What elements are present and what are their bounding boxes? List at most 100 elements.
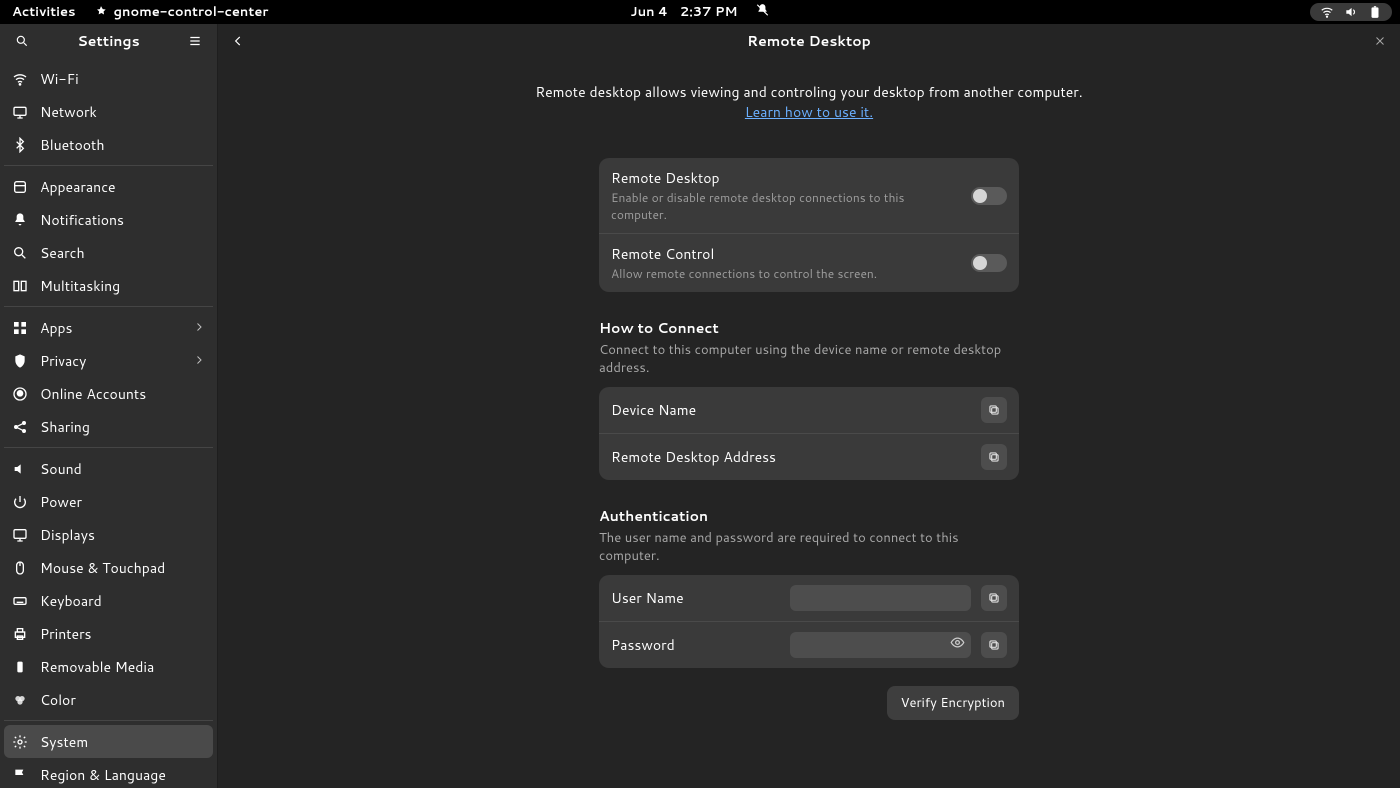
time-label: 2:37 PM <box>680 3 738 21</box>
password-field[interactable] <box>790 632 971 658</box>
password-input[interactable] <box>796 636 946 654</box>
system-status-area[interactable] <box>1310 3 1392 21</box>
username-label: User Name <box>611 588 780 608</box>
remote-desktop-toggle[interactable] <box>971 187 1007 205</box>
auth-sub: The user name and password are required … <box>599 529 1019 565</box>
content-body: Remote desktop allows viewing and contro… <box>218 58 1400 788</box>
wifi-icon <box>12 71 28 87</box>
sidebar-item-printers[interactable]: Printers <box>4 617 213 650</box>
accounts-icon <box>12 386 28 402</box>
sidebar-item-sound[interactable]: Sound <box>4 452 213 485</box>
remote-desktop-row[interactable]: Remote Desktop Enable or disable remote … <box>599 158 1019 233</box>
sidebar-item-label: Multitasking <box>40 276 120 296</box>
sidebar-item-power[interactable]: Power <box>4 485 213 518</box>
bell-icon <box>12 212 28 228</box>
search-button[interactable] <box>8 27 36 55</box>
close-button[interactable] <box>1366 27 1394 55</box>
gnome-top-bar: Activities gnome-control-center Jun 4 2:… <box>0 0 1400 24</box>
sidebar-item-bluetooth[interactable]: Bluetooth <box>4 128 213 161</box>
current-app[interactable]: gnome-control-center <box>94 3 269 21</box>
learn-more-link[interactable]: Learn how to use it. <box>745 102 873 122</box>
username-field[interactable] <box>790 585 971 611</box>
menu-button[interactable] <box>181 27 209 55</box>
sidebar: Settings Wi-Fi Network Bluetooth Appearance… <box>0 24 218 788</box>
copy-device-name-button[interactable] <box>981 397 1007 423</box>
password-row: Password <box>599 621 1019 668</box>
sidebar-item-displays[interactable]: Displays <box>4 518 213 551</box>
sidebar-item-color[interactable]: Color <box>4 683 213 716</box>
sidebar-item-search[interactable]: Search <box>4 236 213 269</box>
username-row: User Name <box>599 575 1019 621</box>
appearance-icon <box>12 179 28 195</box>
sidebar-item-wi-fi[interactable]: Wi-Fi <box>4 62 213 95</box>
connect-card: Device Name Remote Desktop Address <box>599 387 1019 480</box>
copy-password-button[interactable] <box>981 632 1007 658</box>
sidebar-item-label: Apps <box>40 318 73 338</box>
settings-window: Settings Wi-Fi Network Bluetooth Appearance… <box>0 24 1400 788</box>
intro-description: Remote desktop allows viewing and contro… <box>535 82 1082 102</box>
activities-button[interactable]: Activities <box>12 3 76 21</box>
back-button[interactable] <box>224 27 252 55</box>
sound-icon <box>12 461 28 477</box>
sidebar-item-label: Network <box>40 102 97 122</box>
sidebar-item-removable-media[interactable]: Removable Media <box>4 650 213 683</box>
sidebar-item-sharing[interactable]: Sharing <box>4 410 213 443</box>
clock[interactable]: Jun 4 2:37 PM <box>631 3 770 21</box>
sidebar-item-label: Appearance <box>40 177 116 197</box>
sidebar-list: Wi-Fi Network Bluetooth Appearance Notificat… <box>0 58 217 788</box>
sidebar-item-label: Removable Media <box>40 657 154 677</box>
device-name-row: Device Name <box>599 387 1019 433</box>
copy-username-button[interactable] <box>981 585 1007 611</box>
remote-desktop-desc: Enable or disable remote desktop connect… <box>611 189 961 223</box>
sidebar-item-label: Printers <box>40 624 92 644</box>
multitask-icon <box>12 278 28 294</box>
sidebar-item-label: Color <box>40 690 76 710</box>
copy-address-button[interactable] <box>981 444 1007 470</box>
sidebar-title: Settings <box>36 31 181 51</box>
region-icon <box>12 767 28 783</box>
date-label: Jun 4 <box>631 3 668 21</box>
sidebar-item-region-language[interactable]: Region & Language <box>4 758 213 788</box>
sidebar-item-label: System <box>40 732 88 752</box>
removable-icon <box>12 659 28 675</box>
intro-text: Remote desktop allows viewing and contro… <box>535 82 1082 122</box>
content-area: Remote Desktop Remote desktop allows vie… <box>218 24 1400 788</box>
address-row: Remote Desktop Address <box>599 433 1019 480</box>
sidebar-item-label: Privacy <box>40 351 86 371</box>
sidebar-item-label: Search <box>40 243 85 263</box>
wifi-status-icon <box>1320 5 1334 19</box>
privacy-icon <box>12 353 28 369</box>
auth-heading: Authentication <box>599 506 1019 526</box>
sidebar-item-label: Sound <box>40 459 82 479</box>
device-name-label: Device Name <box>611 400 971 420</box>
sidebar-item-notifications[interactable]: Notifications <box>4 203 213 236</box>
remote-desktop-label: Remote Desktop <box>611 168 961 188</box>
settings-app-icon <box>94 5 108 19</box>
username-input[interactable] <box>796 589 965 607</box>
sidebar-item-label: Online Accounts <box>40 384 146 404</box>
how-to-connect-sub: Connect to this computer using the devic… <box>599 341 1019 377</box>
sidebar-item-keyboard[interactable]: Keyboard <box>4 584 213 617</box>
sidebar-item-multitasking[interactable]: Multitasking <box>4 269 213 302</box>
sidebar-item-label: Displays <box>40 525 95 545</box>
sidebar-item-mouse-touchpad[interactable]: Mouse & Touchpad <box>4 551 213 584</box>
address-label: Remote Desktop Address <box>611 447 971 467</box>
color-icon <box>12 692 28 708</box>
sidebar-item-privacy[interactable]: Privacy <box>4 344 213 377</box>
sidebar-item-label: Bluetooth <box>40 135 104 155</box>
sidebar-item-system[interactable]: System <box>4 725 213 758</box>
sidebar-item-network[interactable]: Network <box>4 95 213 128</box>
sidebar-item-online-accounts[interactable]: Online Accounts <box>4 377 213 410</box>
show-password-icon[interactable] <box>950 635 965 655</box>
remote-control-toggle[interactable] <box>971 254 1007 272</box>
displays-icon <box>12 527 28 543</box>
sidebar-item-appearance[interactable]: Appearance <box>4 170 213 203</box>
mouse-icon <box>12 560 28 576</box>
sharing-icon <box>12 419 28 435</box>
remote-control-row[interactable]: Remote Control Allow remote connections … <box>599 233 1019 292</box>
sidebar-item-label: Region & Language <box>40 765 166 785</box>
verify-encryption-button[interactable]: Verify Encryption <box>887 686 1019 720</box>
sidebar-item-label: Keyboard <box>40 591 102 611</box>
sidebar-item-apps[interactable]: Apps <box>4 311 213 344</box>
power-icon <box>12 494 28 510</box>
